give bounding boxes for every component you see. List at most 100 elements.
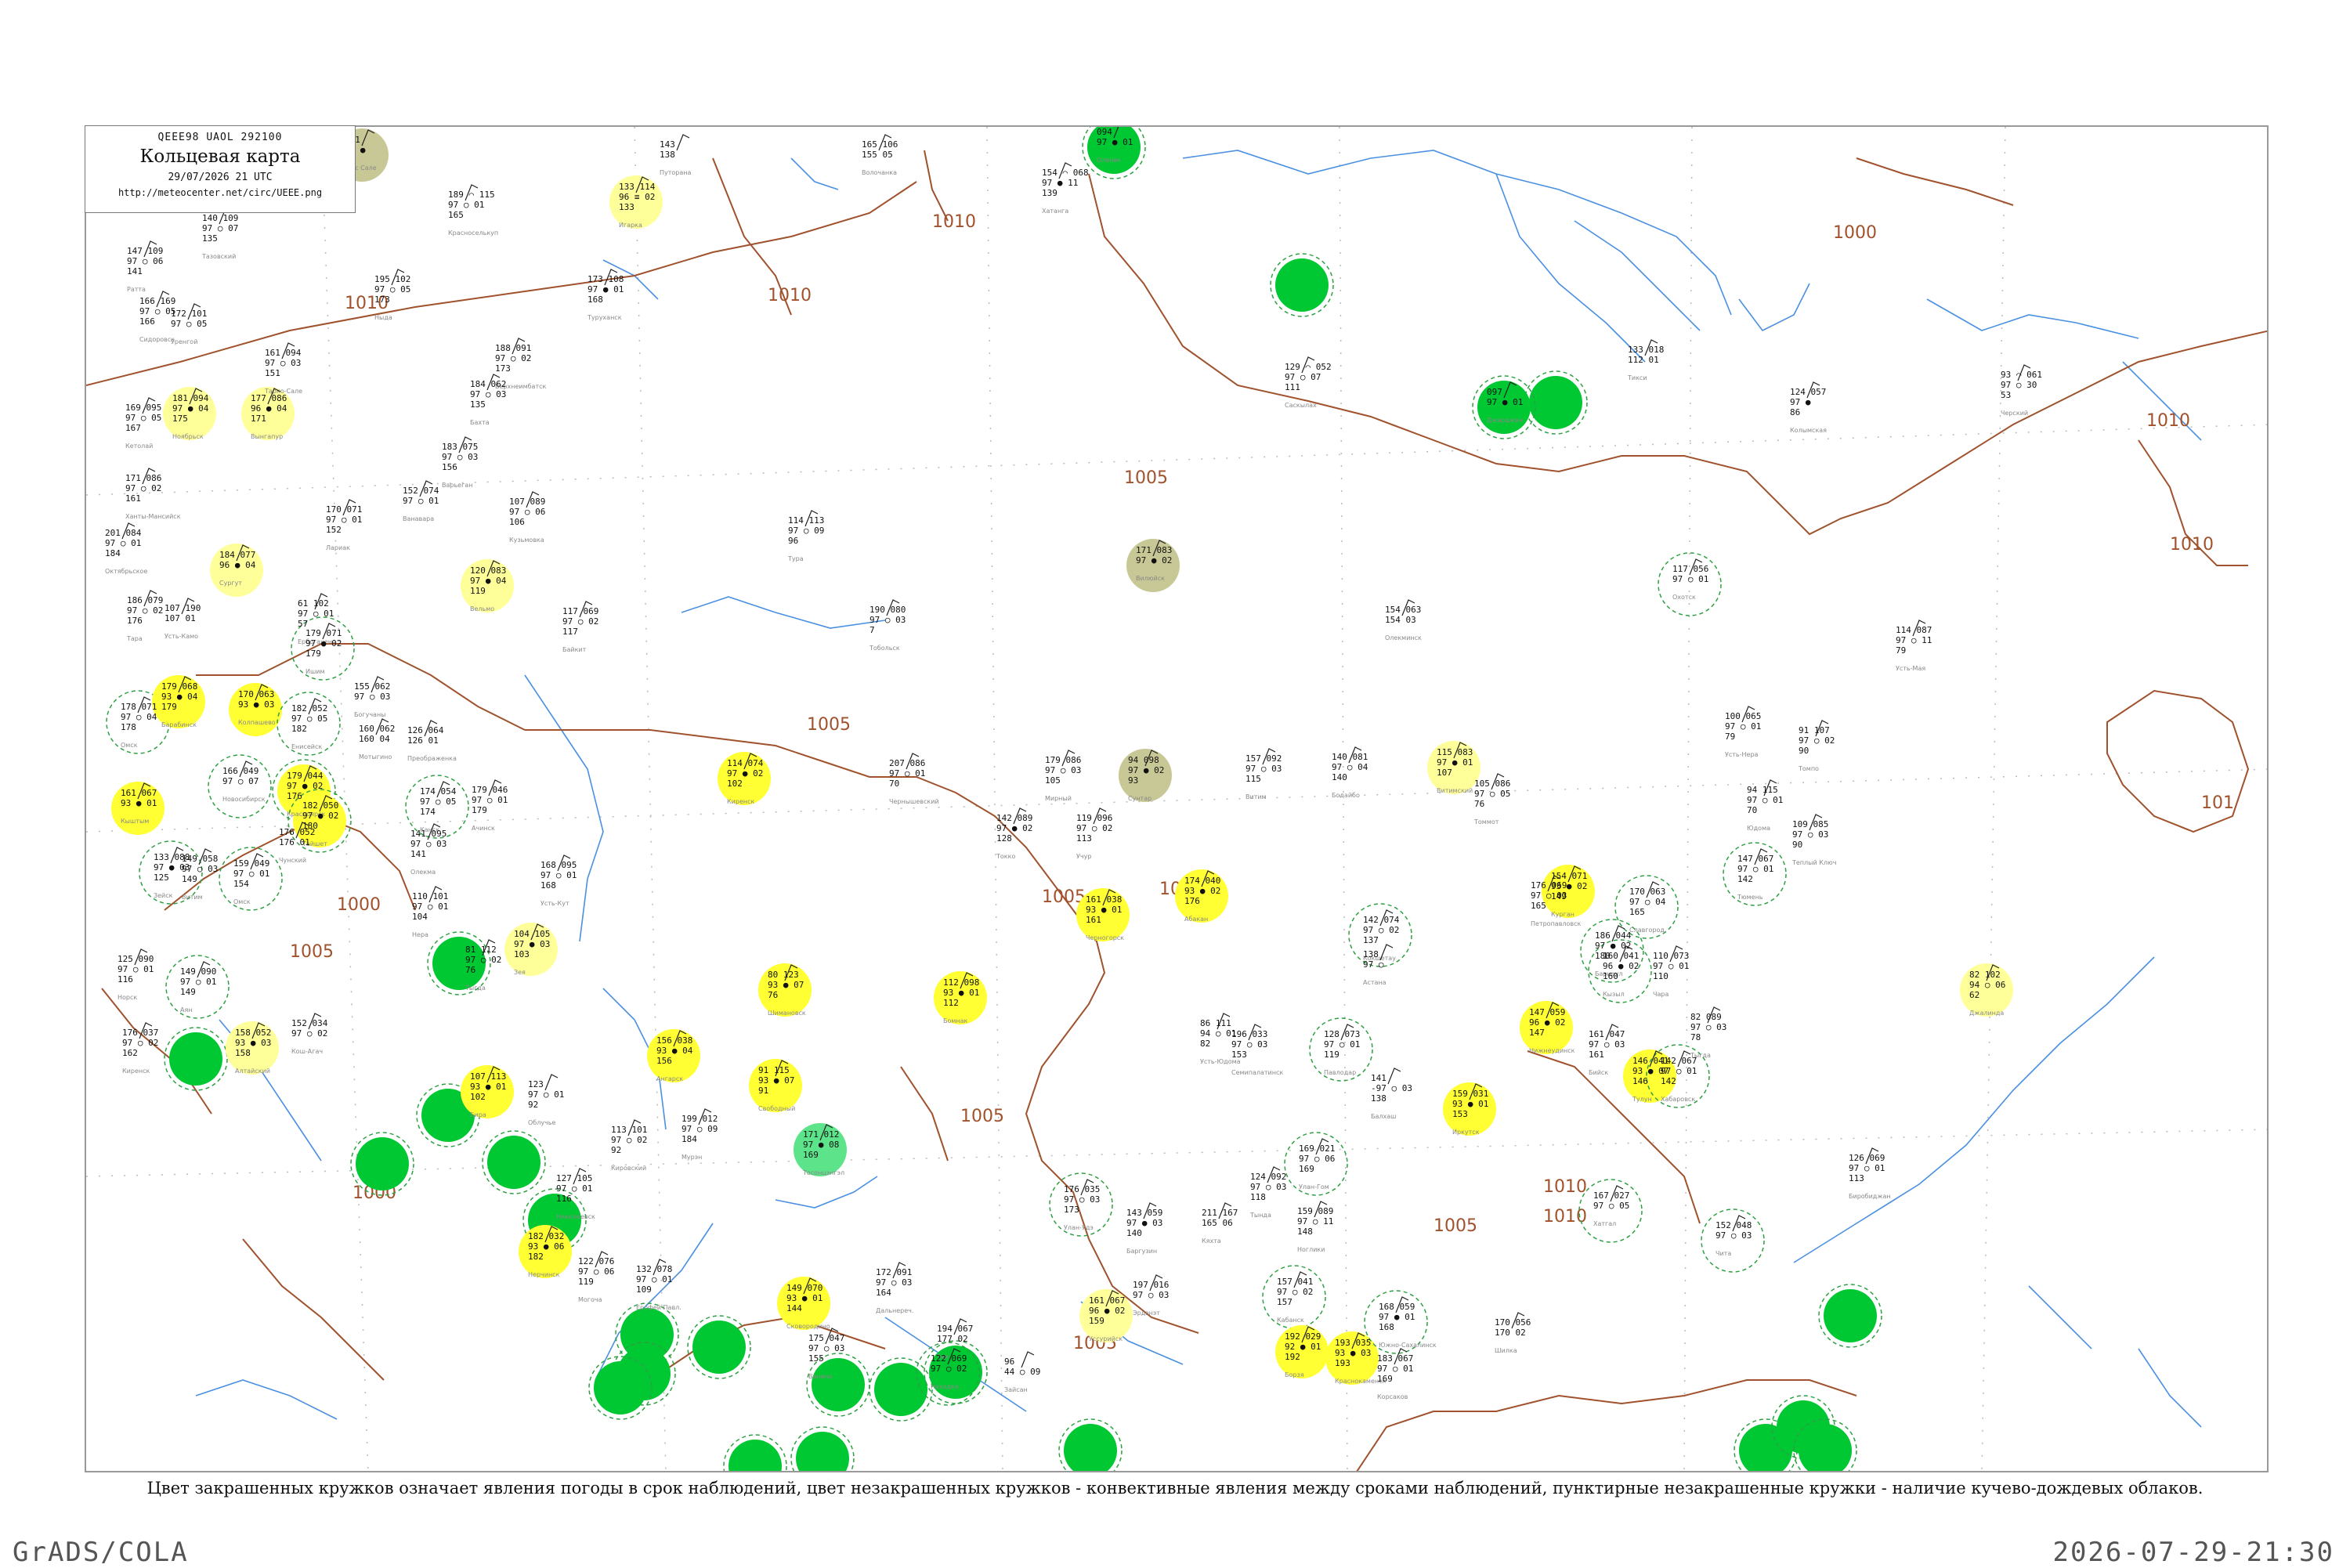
station-plot[interactable]: 170 06393 ● 03 Колпашево [238, 684, 276, 726]
station-plot[interactable]: 124 05797 ●86 Колымская [1790, 381, 1827, 434]
station-plot[interactable]: 141 09597 ○ 03141 Олекма [410, 823, 446, 876]
station-plot[interactable]: 94 11597 ○ 0170 Юдома [1747, 779, 1783, 832]
station-plot[interactable]: 199 01297 ○ 09184 Мурэн [682, 1108, 718, 1161]
station-value: 97 ○ 01 [556, 1183, 592, 1194]
station-plot[interactable]: 183 06797 ○ 01169 Корсаков [1377, 1348, 1413, 1400]
station-plot[interactable]: 122 07697 ○ 06119 Могоча [578, 1251, 614, 1303]
station-plot[interactable]: 182 05297 ○ 05182 Енисейск [291, 698, 327, 750]
station-plot[interactable]: 152 03497 ○ 02 Кош-Агач [291, 1013, 328, 1055]
station-value: 170 056 [1495, 1317, 1531, 1328]
station-plot[interactable]: 126 06997 ○ 01113 Биробиджан [1849, 1147, 1891, 1200]
station-plot[interactable]: 157 04197 ○ 02157 Кабанск [1277, 1271, 1313, 1324]
station-plot[interactable]: 178 07197 ○ 04178 Омск [121, 696, 157, 749]
station-plot[interactable]: 157 09297 ○ 03115 Витим [1246, 748, 1282, 800]
station-plot[interactable]: 91 10797 ○ 0290 Томпо [1798, 720, 1835, 772]
station-plot[interactable]: 114 11397 ○ 0996 Тура [787, 510, 824, 562]
station-plot[interactable]: 172 09197 ○ 03164 Дальнереч. [876, 1262, 913, 1314]
station-plot[interactable]: 147 10997 ○ 06141 Ратта [127, 240, 163, 293]
station-plot[interactable]: 142 08997 ● 02128 Токко [996, 807, 1032, 860]
station-plot[interactable]: 154 ⌒ 06897 ● 11139 Хатанга [1042, 162, 1089, 215]
station-value: 97 ○ 04 [121, 712, 157, 722]
station-plot[interactable]: 9644 ○ 09 Зайсан [1004, 1351, 1040, 1393]
station-plot[interactable]: 129 ⌒ 05297 ○ 07111 Саскылах [1285, 356, 1332, 409]
station-plot[interactable]: 107 190107 01 Усть-Камо [164, 598, 201, 640]
station-plot[interactable]: 167 02797 ○ 05 Хатгал [1593, 1185, 1629, 1227]
station-plot[interactable]: 159 08997 ○ 11148 Ноглики [1297, 1201, 1333, 1253]
station-plot[interactable]: 149 09097 ○ 01149 Аян [180, 961, 216, 1013]
station-plot[interactable]: 140 10997 ○ 07135 Тазовский [201, 208, 238, 260]
station-plot[interactable]: 179 04697 ○ 01179 Ачинск [472, 779, 508, 832]
station-plot[interactable]: 142 06797 ○ 01142 Хабаровск [1661, 1050, 1697, 1103]
station-plot[interactable]: 12397 ○ 0192 Облучье [528, 1074, 564, 1126]
station-plot[interactable]: 100 06597 ○ 0179 Усть-Нера [1725, 706, 1761, 758]
station-plot[interactable]: 140 08197 ○ 04140 Бодайбо [1332, 746, 1368, 799]
station-plot[interactable]: 179 08697 ○ 03105 Мирный [1045, 750, 1081, 802]
station-plot[interactable]: 190 08097 ○ 037 Тобольск [869, 599, 906, 652]
station-plot[interactable]: 197 01697 ○ 03 Эрдэнэт [1133, 1274, 1169, 1317]
station-plot[interactable]: 186 07997 ○ 02176 Тара [126, 590, 163, 642]
station-plot[interactable]: 143 05997 ● 03140 Баргузин [1126, 1202, 1162, 1255]
station-name: Зея [514, 969, 526, 976]
station-plot[interactable]: 93 ⌒ 06197 ○ 3053 Черский [2001, 364, 2042, 417]
station-plot[interactable]: 114 08797 ○ 1179 Усть-Мая [1896, 620, 1932, 672]
station-plot[interactable]: 113 10197 ○ 0292 Кировский [611, 1119, 647, 1172]
station-plot[interactable]: 169 02197 ○ 06169 Улан-Гом [1299, 1138, 1335, 1190]
station-plot[interactable]: 169 09597 ○ 05167 Кетолай [125, 397, 161, 450]
station-plot[interactable]: 207 08697 ○ 0170 Чернышевский [889, 753, 939, 805]
station-plot[interactable]: 176 03597 ○ 03173 Улан-Удэ [1064, 1179, 1100, 1231]
station-value: 97 ○ 07 [202, 223, 238, 233]
station-plot[interactable]: 168 09597 ○ 01168 Усть-Кут [540, 854, 577, 907]
station-plot[interactable]: 109 08597 ○ 0390 Теплый Ключ [1791, 814, 1836, 866]
station-plot[interactable]: 105 08697 ○ 0576 Томмот [1473, 773, 1510, 826]
station-plot[interactable]: 171 08697 ○ 02161 Ханты-Мансийск [125, 468, 181, 520]
station-plot[interactable]: 170 07197 ○ 01152 Лариак [326, 499, 362, 551]
station-plot[interactable]: 161 09497 ○ 03151Тарко-Сале [264, 342, 302, 395]
station-plot[interactable]: 133 018112 01 Тикси [1627, 339, 1664, 381]
station-plot[interactable]: 155 06297 ○ 03 Богучаны [354, 676, 390, 718]
station-plot[interactable]: 176 052176 01 Чунский [279, 822, 315, 864]
station-plot[interactable]: 141 -97 ○ 03138 Балхаш [1371, 1068, 1412, 1120]
station-plot[interactable]: 184 06297 ○ 03135 Бахта [470, 374, 506, 426]
station-plot[interactable]: 159 04997 ○ 01154 Омск [233, 853, 269, 905]
station-plot[interactable]: 119 09697 ○ 02113 Учур [1076, 807, 1112, 860]
station-plot[interactable]: 152 07497 ○ 01 Ванавара [403, 480, 439, 522]
station-plot[interactable]: 165 106155 05 Волочанка [862, 134, 898, 176]
station-plot[interactable]: 117 06997 ○ 02117 Байкит [562, 601, 598, 653]
station-plot[interactable]: 124 09297 ○ 03118 Тында [1249, 1166, 1286, 1219]
station-plot[interactable]: 125 09097 ○ 01116 Норск [118, 948, 154, 1001]
station-plot[interactable]: 160 062160 04 Мотыгино [359, 718, 395, 761]
station-plot[interactable]: 189 ⌒ 11597 ○ 01165 Красноселькуп [448, 184, 498, 237]
station-plot[interactable]: 172 10197 ○ 05 Уренгой [171, 303, 207, 345]
station-plot[interactable]: 161 04797 ○ 03161 Бийск [1589, 1024, 1625, 1076]
station-plot[interactable]: 170 06397 ○ 04165 Славгород [1629, 881, 1666, 934]
station-plot[interactable]: 132 07897 ○ 01109 Ерофей Павл. [636, 1259, 682, 1311]
station-plot[interactable]: 195 10297 ○ 05173 Ныда [374, 269, 410, 321]
station-value: 97 ○ 01 [105, 538, 141, 548]
station-plot[interactable]: 173 10897 ● 01168 Туруханск [587, 269, 624, 321]
station-plot[interactable]: 110 10197 ○ 01104 Нера [412, 886, 448, 938]
station-plot[interactable]: 128 07397 ○ 01119 Павлодар [1324, 1024, 1360, 1076]
station-plot[interactable]: 170 056170 02 Шилка [1495, 1312, 1531, 1354]
station-plot[interactable]: 110 07397 ○ 01110 Чара [1653, 945, 1689, 998]
station-plot[interactable]: 152 04897 ○ 03 Чита [1716, 1215, 1752, 1257]
station-plot[interactable]: 107 08997 ○ 06106 Кузьмовка [509, 491, 545, 544]
station-value: 153 [1231, 1050, 1247, 1060]
station-plot[interactable]: 126 064126 01 Преображенка [407, 720, 457, 762]
station-plot[interactable]: 154 063154 03 Олекминск [1385, 599, 1422, 641]
station-plot[interactable]: 82 08997 ○ 0378Тыгда [1690, 1006, 1726, 1059]
station-plot[interactable]: 176 03797 ○ 02162 Киренск [122, 1022, 158, 1075]
station-plot[interactable]: 147 06797 ○ 01142 Тюмень [1737, 848, 1773, 901]
station-plot[interactable]: 127 10597 ○ 01116 Николаевск [556, 1168, 595, 1220]
station-plot[interactable]: 117 05697 ○ 01 Охотск [1672, 558, 1708, 601]
station-plot[interactable]: 196 03397 ○ 03153 Семипалатинск [1231, 1024, 1283, 1076]
station-value: 97 ○ 03 [410, 839, 446, 849]
station-plot[interactable]: 143138 Путорана [660, 134, 692, 176]
station-plot[interactable]: 183 07597 ○ 03156 Варьеган [442, 436, 478, 489]
station-plot[interactable]: 13897 ○ Астана [1363, 944, 1394, 986]
source-url[interactable]: http://meteocenter.net/circ/UEEE.png [85, 187, 355, 198]
station-plot[interactable]: 201 08497 ○ 01184 Октябрьское [105, 522, 147, 575]
station-plot[interactable]: 211 167165 06 Кяхта [1202, 1202, 1238, 1245]
station-plot[interactable]: 168 05997 ● 01168 Южно-Сахалинск [1379, 1296, 1437, 1349]
station-plot[interactable]: 179 07197 ● 02179 Ишим [306, 623, 342, 675]
station-plot[interactable]: 166 04997 ○ 07 Новосибирск [222, 761, 266, 803]
